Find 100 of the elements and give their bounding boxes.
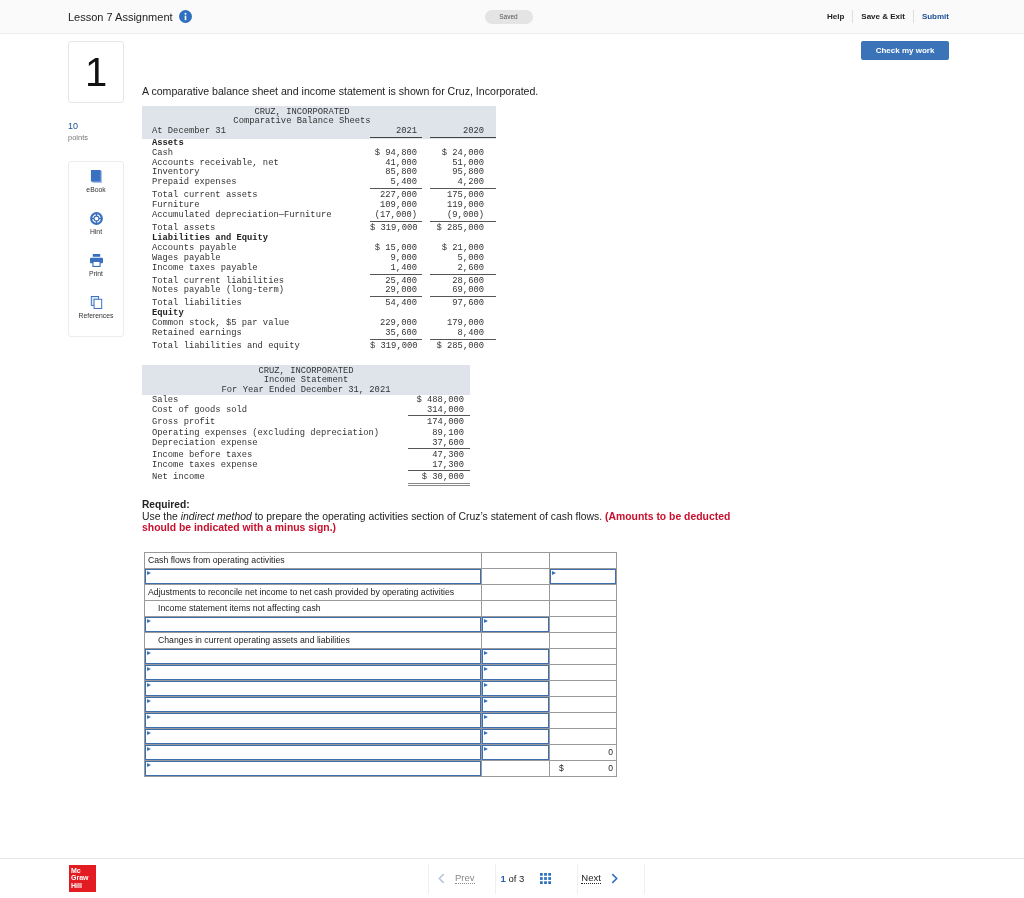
row-label: Cash bbox=[151, 148, 175, 159]
table-cell bbox=[550, 600, 617, 617]
nav-link[interactable]: Help bbox=[818, 10, 853, 23]
statement-title: Comparative Balance Sheets bbox=[232, 117, 372, 127]
amount: 28,600 bbox=[451, 276, 485, 286]
submit-link[interactable]: Submit bbox=[913, 10, 949, 23]
amount: 69,000 bbox=[430, 286, 496, 298]
printer-icon bbox=[89, 254, 103, 267]
row-label: Total current liabilities bbox=[151, 276, 285, 286]
intro-text: A comparative balance sheet and income statement is shown for Cruz, Incorporated. bbox=[142, 85, 539, 97]
statement-title: CRUZ, INCORPORATED bbox=[257, 366, 355, 376]
amount: 37,600 bbox=[408, 437, 470, 450]
triangle-icon bbox=[147, 570, 151, 575]
amount: $ 94,800 bbox=[373, 148, 418, 159]
amount: 227,000 bbox=[379, 191, 418, 201]
row-label: Income before taxes bbox=[151, 450, 254, 461]
amount: 4,200 bbox=[430, 178, 496, 190]
triangle-icon bbox=[147, 682, 151, 687]
grid-icon[interactable] bbox=[540, 873, 552, 884]
section-heading: Assets bbox=[151, 138, 185, 148]
section-label: Adjustments to reconcile net income to net cash provided by operating activities bbox=[147, 587, 455, 598]
amount-value: 0 bbox=[608, 747, 613, 758]
required-heading: Required: bbox=[142, 498, 190, 510]
amount: 25,400 bbox=[384, 276, 418, 286]
amount: $ 285,000 bbox=[435, 341, 485, 352]
triangle-icon bbox=[484, 682, 488, 687]
amount: 1,400 bbox=[370, 263, 422, 275]
lifebuoy-icon bbox=[89, 212, 103, 225]
row-label: Wages payable bbox=[151, 253, 221, 264]
triangle-icon bbox=[484, 746, 488, 751]
amount: $ 21,000 bbox=[440, 243, 485, 254]
chevron-right-icon bbox=[610, 873, 618, 884]
row-label: Operating expenses (excluding depreciation) bbox=[151, 427, 380, 438]
row-label: Total current assets bbox=[151, 191, 259, 201]
triangle-icon bbox=[484, 698, 488, 703]
triangle-icon bbox=[484, 618, 488, 623]
row-label: Accounts receivable, net bbox=[151, 158, 280, 168]
amount: 174,000 bbox=[426, 417, 465, 428]
instructions-text: Use the indirect method to prepare the operating activities section of Cruz’s statement of cash flows. (Amounts to be deducted should be indicated with a minus sign.) bbox=[142, 510, 732, 534]
section-heading: Liabilities and Equity bbox=[151, 233, 270, 243]
triangle-icon bbox=[484, 666, 488, 671]
amount: 9,000 bbox=[389, 253, 418, 264]
amount: $ 15,000 bbox=[373, 243, 418, 254]
table-cell bbox=[550, 632, 617, 649]
amount: 95,800 bbox=[451, 168, 485, 178]
triangle-icon bbox=[552, 570, 556, 575]
amount: 314,000 bbox=[408, 405, 470, 417]
amount: 89,100 bbox=[431, 427, 465, 438]
row-label: Gross profit bbox=[151, 417, 217, 428]
row-label: Common stock, $5 par value bbox=[151, 319, 291, 329]
subsection-label: Income statement items not affecting cash bbox=[157, 603, 321, 614]
statement-title: Income Statement bbox=[262, 376, 350, 386]
row-label: Total assets bbox=[151, 223, 217, 233]
amount: 51,000 bbox=[451, 158, 485, 168]
column-header: At December 31 bbox=[151, 126, 227, 138]
row-label: Retained earnings bbox=[151, 329, 243, 340]
triangle-icon bbox=[484, 730, 488, 735]
triangle-icon bbox=[484, 714, 488, 719]
amount: 5,400 bbox=[370, 178, 422, 190]
subsection-label: Changes in current operating assets and liabilities bbox=[157, 635, 350, 646]
triangle-icon bbox=[147, 714, 151, 719]
amount-value: 0 bbox=[608, 763, 613, 774]
amount: 47,300 bbox=[431, 450, 465, 461]
row-label: Income taxes expense bbox=[151, 460, 259, 472]
triangle-icon bbox=[147, 762, 151, 767]
amount: 175,000 bbox=[446, 191, 485, 201]
row-label: Net income bbox=[151, 472, 206, 485]
amount: 229,000 bbox=[379, 319, 418, 329]
amount: 119,000 bbox=[446, 201, 485, 211]
amount: 109,000 bbox=[380, 201, 418, 211]
statement-title: For Year Ended December 31, 2021 bbox=[220, 385, 392, 396]
amount: (17,000) bbox=[370, 211, 422, 222]
section-heading: Equity bbox=[151, 309, 185, 319]
page-indicator: 1 of 3 bbox=[500, 873, 525, 884]
amount: $ 488,000 bbox=[415, 395, 465, 406]
book-icon bbox=[89, 170, 103, 183]
row-label: Income taxes payable bbox=[151, 263, 259, 275]
amount: (9,000) bbox=[430, 211, 496, 222]
statement-title: CRUZ, INCORPORATED bbox=[254, 108, 350, 117]
amount: 5,000 bbox=[456, 253, 485, 264]
triangle-icon bbox=[484, 650, 488, 655]
row-label: Total liabilities and equity bbox=[151, 341, 301, 352]
chevron-left-icon bbox=[438, 873, 445, 884]
row-label: Accumulated depreciation—Furniture bbox=[151, 211, 333, 222]
amount: 35,600 bbox=[370, 329, 422, 340]
next-button[interactable]: Next bbox=[581, 873, 618, 884]
row-label: Depreciation expense bbox=[151, 437, 259, 450]
amount: 85,800 bbox=[384, 168, 418, 178]
amount: 2,600 bbox=[430, 263, 496, 275]
amount: 17,300 bbox=[408, 460, 470, 472]
amount: $ 24,000 bbox=[440, 148, 485, 159]
triangle-icon bbox=[147, 698, 151, 703]
amount: 54,400 bbox=[384, 299, 418, 310]
info-icon[interactable] bbox=[178, 10, 192, 23]
row-label: Inventory bbox=[151, 168, 201, 178]
column-header: 2021 bbox=[370, 126, 422, 138]
nav-link[interactable]: Save & Exit bbox=[853, 10, 913, 23]
check-my-work-button[interactable]: Check my work bbox=[861, 41, 949, 60]
amount: 29,000 bbox=[370, 286, 422, 298]
amount: 179,000 bbox=[446, 319, 485, 329]
